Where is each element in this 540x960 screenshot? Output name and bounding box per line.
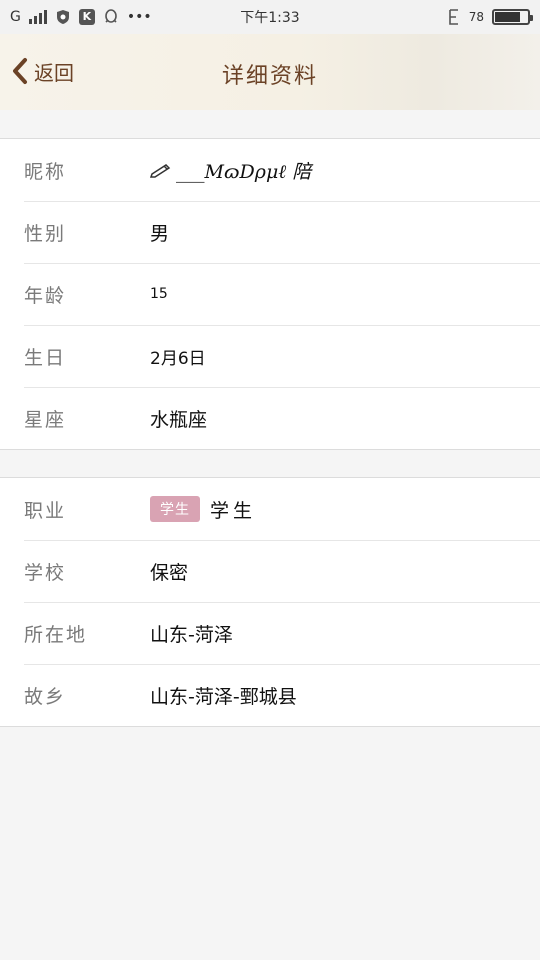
info-row-gender: 性别 男 [0, 201, 540, 263]
row-label: 年龄 [24, 284, 67, 307]
info-row-zodiac: 星座 水瓶座 [0, 387, 540, 449]
row-label: 故乡 [24, 685, 67, 708]
status-bar: G K ••• 下午1:33 78 [0, 0, 540, 34]
row-label: 生日 [24, 346, 67, 369]
row-label: 昵称 [24, 160, 67, 183]
network-type: G [10, 9, 21, 25]
row-value: 水瓶座 [150, 408, 208, 431]
occupation-tag: 学生 [150, 496, 200, 522]
row-value: 学生 学生 [150, 496, 256, 523]
more-notifications-icon: ••• [126, 9, 152, 25]
row-label: 职业 [24, 499, 67, 522]
info-row-age: 年龄 15 [0, 263, 540, 325]
row-value: 保密 [150, 561, 189, 584]
row-value: 山东-菏泽 [150, 623, 233, 646]
info-row-nickname: 昵称 ___MɷDρμℓ 陪 [0, 139, 540, 201]
row-value: 15 [150, 286, 168, 302]
nav-header: 返回 详细资料 [0, 34, 540, 110]
info-row-birthday: 生日 2月6日 [0, 325, 540, 387]
row-value: ___MɷDρμℓ 陪 [150, 157, 311, 184]
pencil-icon [150, 164, 171, 178]
shield-icon [56, 10, 69, 24]
row-label: 性别 [24, 222, 67, 245]
row-label: 星座 [24, 408, 67, 431]
info-row-school: 学校 保密 [0, 540, 540, 602]
extra-info-section: 职业 学生 学生 学校 保密 所在地 山东-菏泽 故乡 山东-菏泽-鄄城县 [0, 477, 540, 727]
info-row-occupation: 职业 学生 学生 [0, 478, 540, 540]
battery-percent: 78 [468, 10, 484, 24]
occupation-text: 学生 [210, 499, 257, 522]
battery-icon [492, 9, 533, 25]
status-left: G K ••• [10, 9, 152, 25]
status-right: 78 [447, 8, 533, 26]
nickname-text: ___MɷDρμℓ 陪 [176, 160, 312, 183]
signal-icon [28, 10, 47, 24]
row-value: 山东-菏泽-鄄城县 [150, 685, 297, 708]
page-title: 详细资料 [221, 64, 318, 89]
k-app-icon: K [78, 9, 95, 25]
info-row-hometown: 故乡 山东-菏泽-鄄城县 [0, 664, 540, 726]
row-label: 所在地 [24, 623, 88, 646]
row-label: 学校 [24, 561, 67, 584]
row-value: 男 [150, 222, 170, 245]
data-transfer-icon [448, 9, 458, 25]
info-row-location: 所在地 山东-菏泽 [0, 602, 540, 664]
qq-icon [105, 9, 117, 23]
basic-info-section: 昵称 ___MɷDρμℓ 陪 性别 男 年龄 15 生日 2月6日 星座 水瓶座 [0, 138, 540, 450]
row-value: 2月6日 [150, 348, 206, 369]
